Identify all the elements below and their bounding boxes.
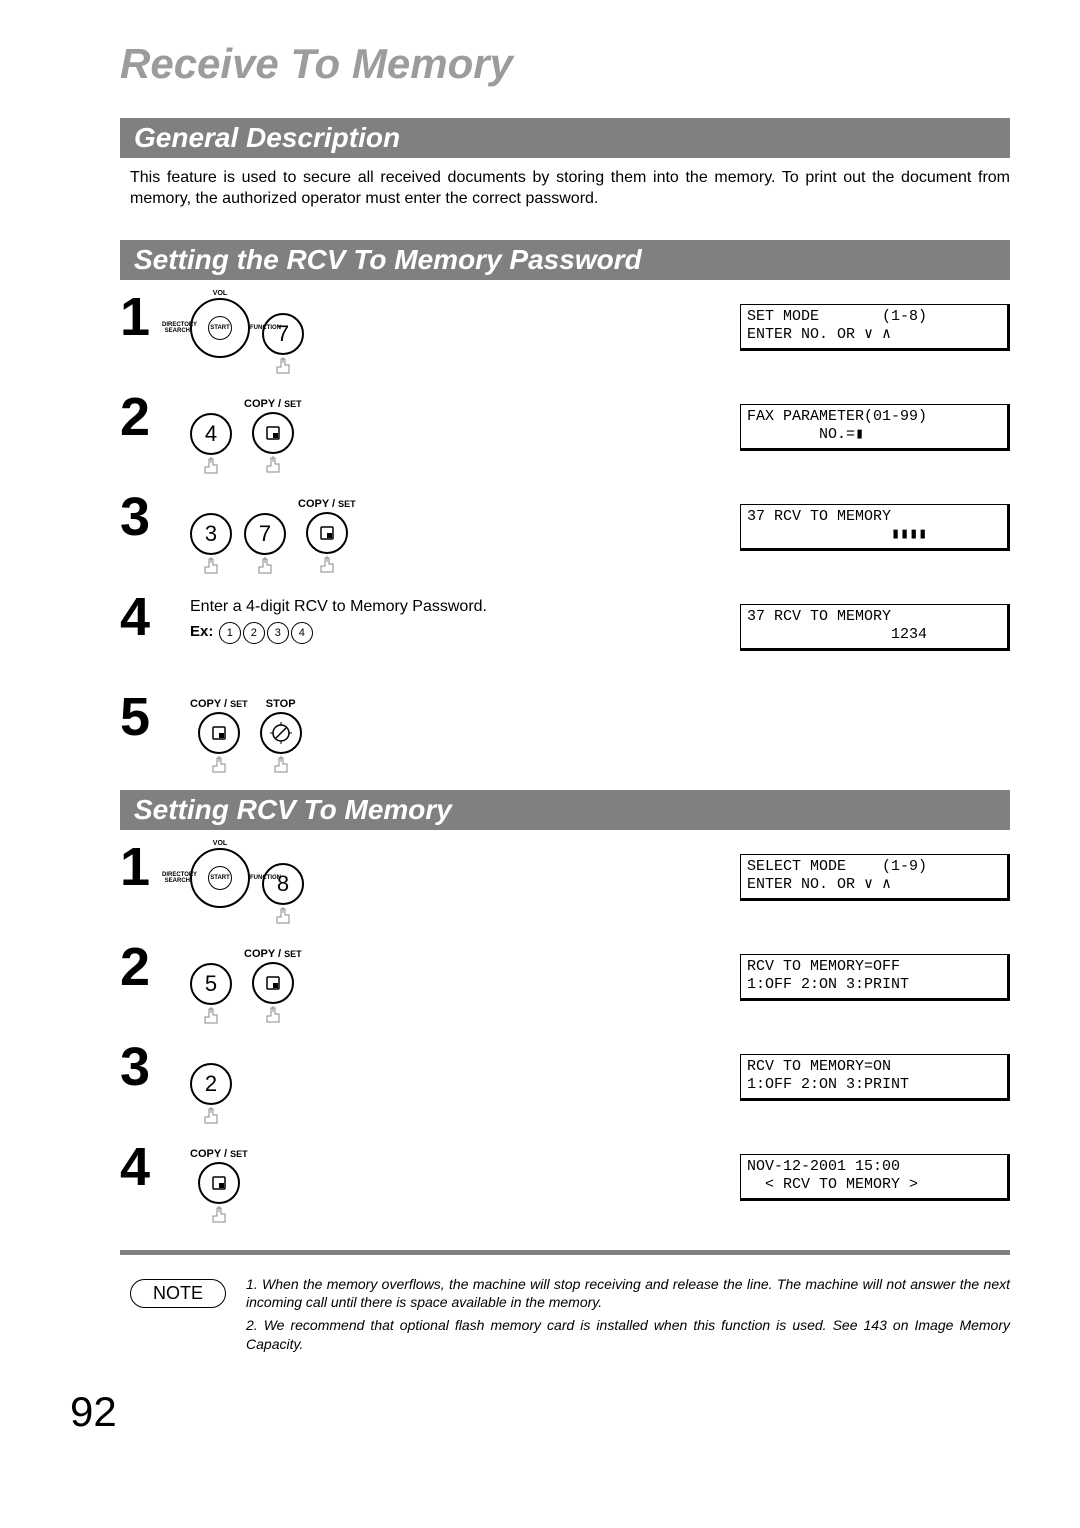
note-item: 1. When the memory overflows, the machin… bbox=[246, 1275, 1010, 1313]
step-number: 5 bbox=[120, 690, 190, 744]
step-row: 33 7 COPY / SET 37 RCV TO MEMORY ▮▮▮▮ bbox=[120, 490, 1010, 580]
step-number: 1 bbox=[120, 290, 190, 344]
step-number: 1 bbox=[120, 840, 190, 894]
page-title: Receive To Memory bbox=[120, 40, 1010, 88]
step-row: 24 COPY / SET FAX PARAMETER(01-99) NO.=▮ bbox=[120, 390, 1010, 480]
lcd-display: RCV TO MEMORY=OFF 1:OFF 2:ON 3:PRINT bbox=[740, 954, 1010, 1002]
set-icon bbox=[265, 975, 281, 991]
step-row: 1VOLDIRECTORY SEARCHFUNCTIONSTART 8 SELECT… bbox=[120, 840, 1010, 930]
set-icon bbox=[211, 725, 227, 741]
step-number: 4 bbox=[120, 590, 190, 644]
key-button: 5 bbox=[190, 948, 232, 1025]
example-digit: 2 bbox=[243, 622, 265, 644]
page-number: 92 bbox=[70, 1388, 1010, 1436]
lcd-display: SET MODE (1-8) ENTER NO. OR ∨ ∧ bbox=[740, 304, 1010, 352]
divider bbox=[120, 1250, 1010, 1255]
note-item: 2. We recommend that optional flash memo… bbox=[246, 1316, 1010, 1354]
stop-label: STOP bbox=[266, 698, 296, 710]
key-button: COPY / SET bbox=[190, 698, 248, 774]
key-digit: 3 bbox=[205, 521, 217, 547]
key-button: COPY / SET bbox=[244, 948, 302, 1024]
key-digit: 7 bbox=[259, 521, 271, 547]
key-digit: 8 bbox=[277, 871, 289, 897]
key-button: COPY / SET bbox=[244, 398, 302, 474]
step-row: 25 COPY / SET RCV TO MEMORY=OFF 1:OFF 2:ON… bbox=[120, 940, 1010, 1030]
step-number: 3 bbox=[120, 490, 190, 544]
example-digit: 1 bbox=[219, 622, 241, 644]
step-number: 4 bbox=[120, 1140, 190, 1194]
step-row: 4Enter a 4-digit RCV to Memory Password.… bbox=[120, 590, 1010, 680]
lcd-display: NOV-12-2001 15:00 < RCV TO MEMORY > bbox=[740, 1154, 1010, 1202]
step-row: 32 RCV TO MEMORY=ON 1:OFF 2:ON 3:PRINT bbox=[120, 1040, 1010, 1130]
copy-set-label: COPY / SET bbox=[244, 398, 302, 410]
stop-icon bbox=[270, 722, 292, 744]
step-row: 4COPY / SET NOV-12-2001 15:00 < RCV TO ME… bbox=[120, 1140, 1010, 1230]
key-button: 8 bbox=[262, 848, 304, 925]
note-badge: NOTE bbox=[130, 1279, 226, 1308]
set-icon bbox=[211, 1175, 227, 1191]
lcd-display: 37 RCV TO MEMORY 1234 bbox=[740, 604, 1010, 652]
set-icon bbox=[265, 425, 281, 441]
step-row: 1VOLDIRECTORY SEARCHFUNCTIONSTART 7 SET MO… bbox=[120, 290, 1010, 380]
key-digit: 5 bbox=[205, 971, 217, 997]
step-instruction: Enter a 4-digit RCV to Memory Password. bbox=[190, 598, 728, 616]
note-text: 1. When the memory overflows, the machin… bbox=[246, 1275, 1010, 1359]
key-button: COPY / SET bbox=[190, 1148, 248, 1224]
key-digit: 7 bbox=[277, 321, 289, 347]
step-row: 5COPY / SET STOP bbox=[120, 690, 1010, 780]
key-digit: 2 bbox=[205, 1071, 217, 1097]
general-description-text: This feature is used to secure all recei… bbox=[130, 168, 1010, 210]
key-digit: 4 bbox=[205, 421, 217, 447]
example-prefix: Ex: bbox=[190, 623, 213, 640]
dial-control: VOLDIRECTORY SEARCHFUNCTIONSTART bbox=[190, 848, 250, 908]
copy-set-label: COPY / SET bbox=[298, 498, 356, 510]
lcd-display: RCV TO MEMORY=ON 1:OFF 2:ON 3:PRINT bbox=[740, 1054, 1010, 1102]
step-number: 2 bbox=[120, 940, 190, 994]
example-digit: 4 bbox=[291, 622, 313, 644]
key-button: 7 bbox=[262, 298, 304, 375]
step-number: 3 bbox=[120, 1040, 190, 1094]
key-button: 7 bbox=[244, 498, 286, 575]
key-button: STOP bbox=[260, 698, 302, 774]
key-button: COPY / SET bbox=[298, 498, 356, 574]
copy-set-label: COPY / SET bbox=[190, 698, 248, 710]
key-button: 4 bbox=[190, 398, 232, 475]
set-icon bbox=[319, 525, 335, 541]
section-general-heading: General Description bbox=[120, 118, 1010, 158]
key-button: 3 bbox=[190, 498, 232, 575]
copy-set-label: COPY / SET bbox=[244, 948, 302, 960]
lcd-display: SELECT MODE (1-9) ENTER NO. OR ∨ ∧ bbox=[740, 854, 1010, 902]
key-button: 2 bbox=[190, 1048, 232, 1125]
lcd-display: 37 RCV TO MEMORY ▮▮▮▮ bbox=[740, 504, 1010, 552]
section-setting-heading: Setting RCV To Memory bbox=[120, 790, 1010, 830]
copy-set-label: COPY / SET bbox=[190, 1148, 248, 1160]
lcd-display: FAX PARAMETER(01-99) NO.=▮ bbox=[740, 404, 1010, 452]
step-number: 2 bbox=[120, 390, 190, 444]
dial-control: VOLDIRECTORY SEARCHFUNCTIONSTART bbox=[190, 298, 250, 358]
section-password-heading: Setting the RCV To Memory Password bbox=[120, 240, 1010, 280]
example-digit: 3 bbox=[267, 622, 289, 644]
